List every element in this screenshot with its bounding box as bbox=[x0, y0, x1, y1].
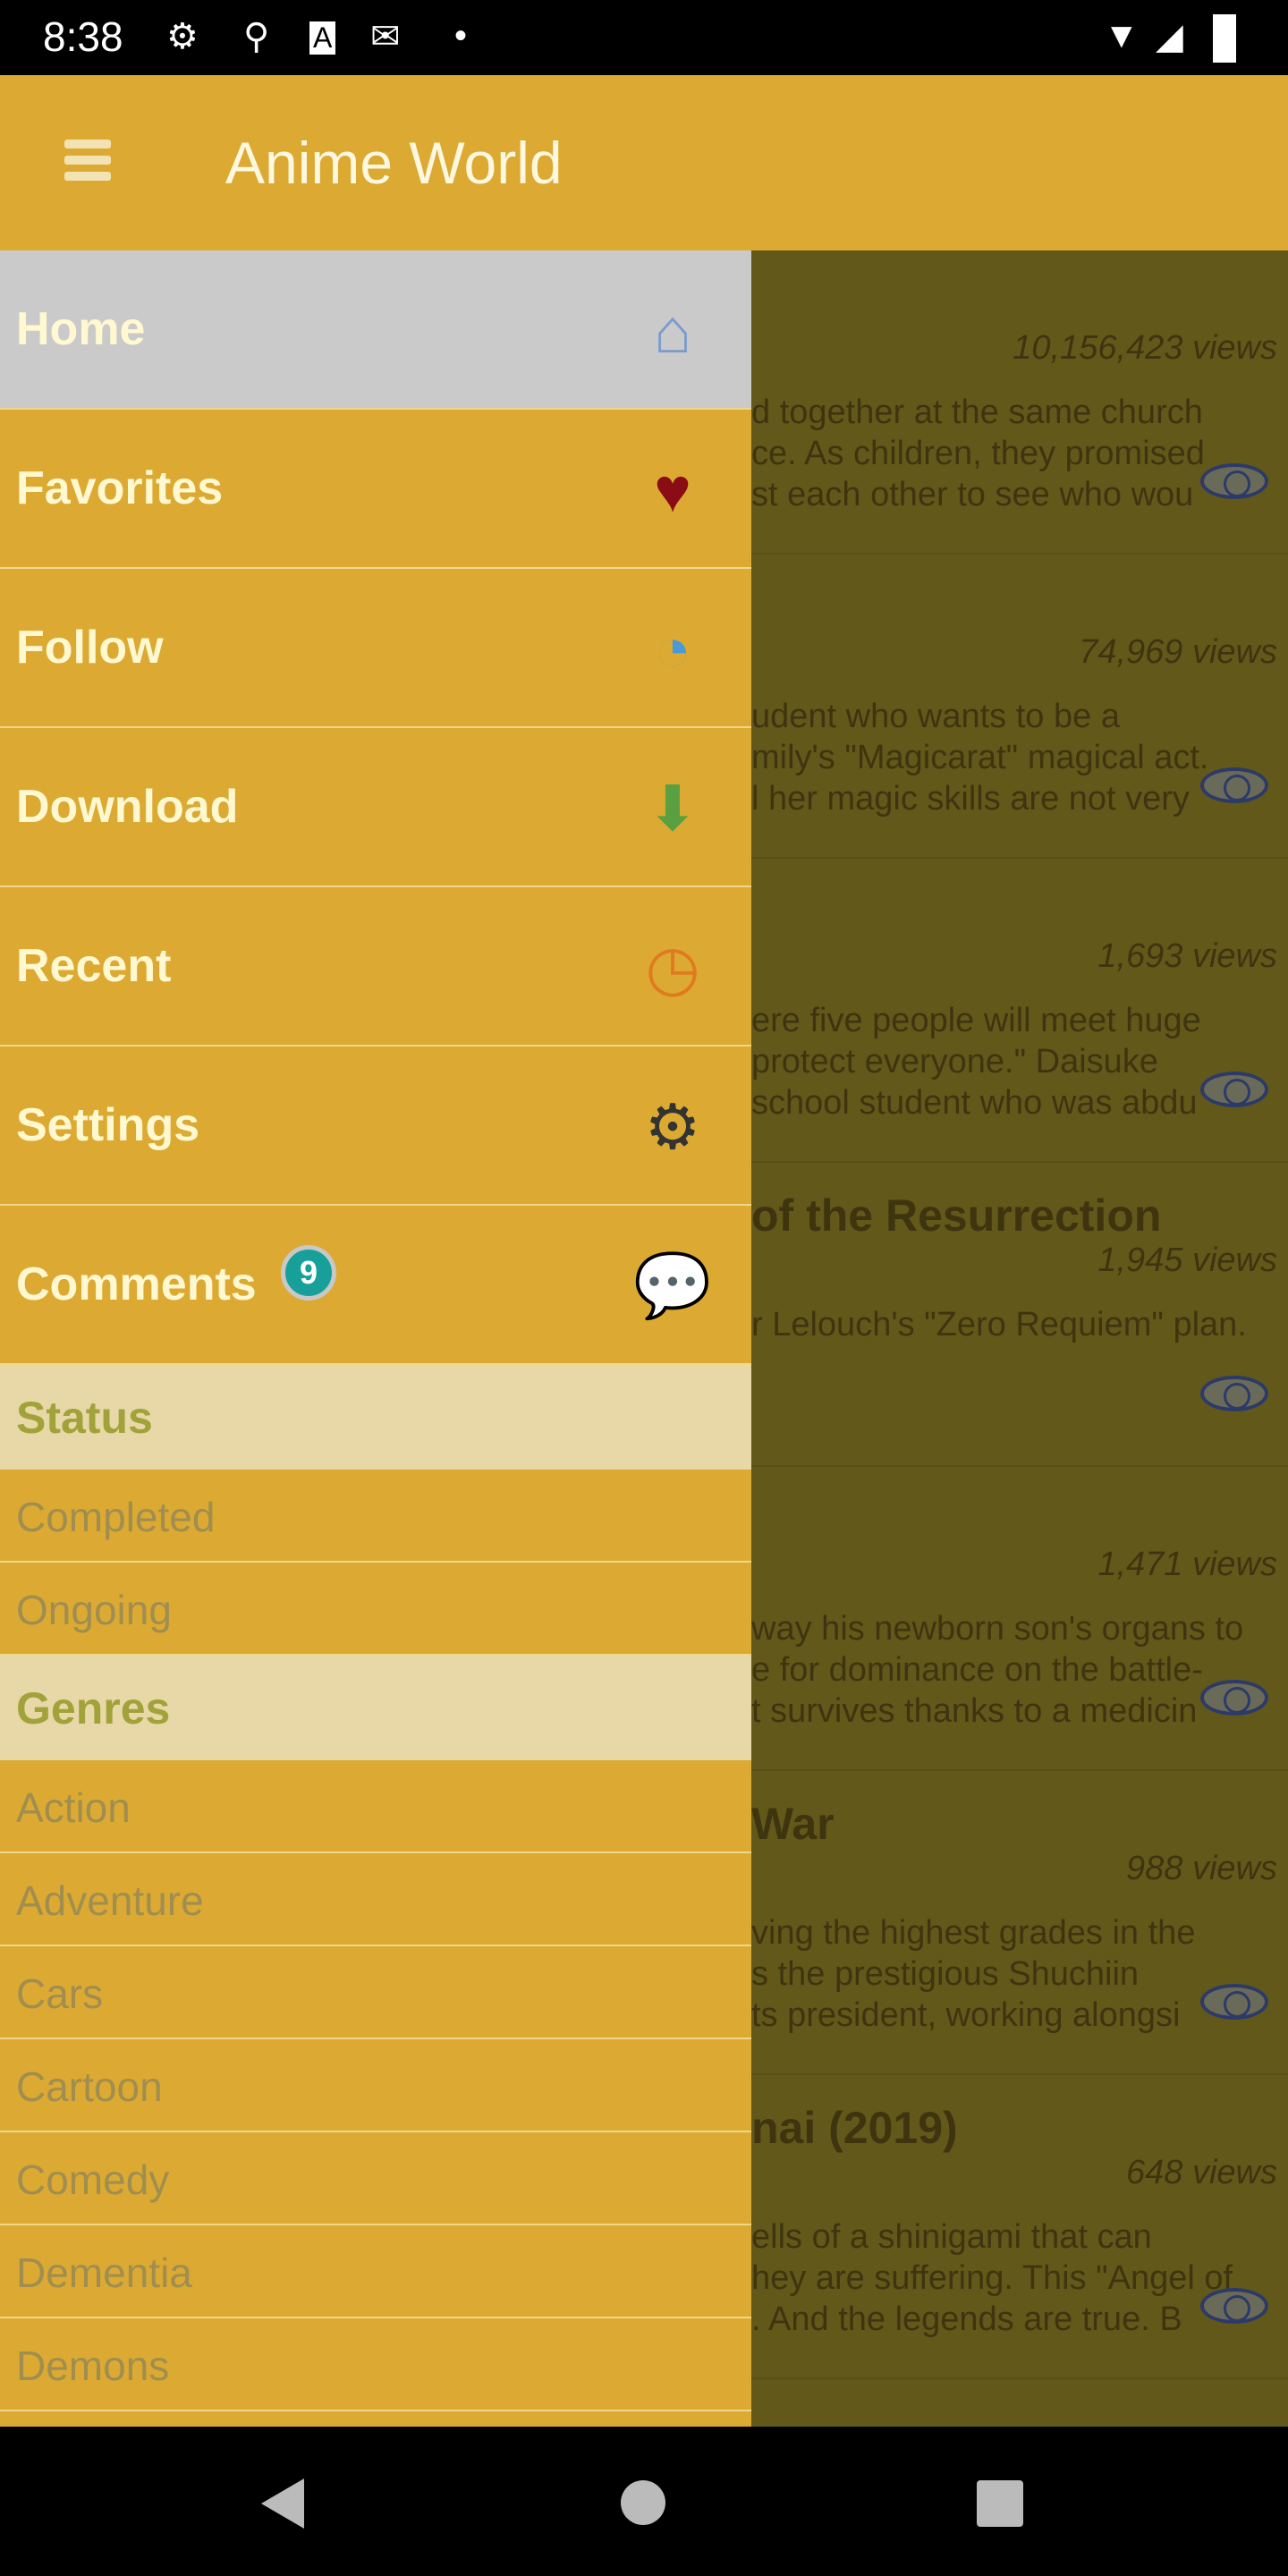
system-nav-bar bbox=[0, 2427, 1288, 2576]
genres-section-header: Genres bbox=[0, 1656, 751, 1760]
back-button[interactable] bbox=[261, 2479, 304, 2529]
drawer-item-download[interactable]: Download ⬇ bbox=[0, 728, 751, 887]
drawer-item-label: Favorites bbox=[16, 462, 224, 514]
view-count: 10,156,423 views bbox=[1013, 329, 1277, 367]
navigation-drawer: Home ⌂ Favorites ♥ Follow ◔ Download ⬇ Recent ◷ Se… bbox=[0, 250, 751, 2427]
gear-icon: ⚙ bbox=[644, 1092, 701, 1162]
anime-description: ere five people will meet huge protect e… bbox=[751, 1002, 1201, 1122]
genres-item-adventure[interactable]: Adventure bbox=[0, 1853, 751, 1946]
eye-icon[interactable] bbox=[1200, 767, 1268, 803]
comments-badge: 9 bbox=[281, 1245, 336, 1301]
anime-title: of the Resurrection bbox=[751, 1191, 1162, 1241]
view-count: 988 views bbox=[1126, 1850, 1277, 1887]
clock: 8:38 bbox=[43, 13, 123, 60]
recents-button[interactable] bbox=[977, 2480, 1023, 2527]
genres-item-dementia[interactable]: Dementia bbox=[0, 2225, 751, 2318]
eye-icon[interactable] bbox=[1200, 1072, 1268, 1107]
app-title: Anime World bbox=[225, 130, 563, 196]
genres-item-comedy[interactable]: Comedy bbox=[0, 2132, 751, 2225]
clock-icon: ◷ bbox=[645, 933, 700, 1003]
view-count: 1,693 views bbox=[1097, 937, 1277, 975]
genres-item-action[interactable]: Action bbox=[0, 1760, 751, 1853]
anime-description: udent who wants to be a mily's "Magicara… bbox=[751, 698, 1209, 818]
gmail-icon: ✉ bbox=[370, 17, 401, 56]
drawer-item-home[interactable]: Home ⌂ bbox=[0, 250, 751, 410]
home-button[interactable] bbox=[621, 2480, 665, 2525]
anime-card[interactable]: 10,156,423 views d together at the same … bbox=[751, 250, 1288, 555]
drawer-item-follow[interactable]: Follow ◔ bbox=[0, 569, 751, 728]
anime-card[interactable]: nai (2019) 648 views ells of a shinigami… bbox=[751, 2075, 1288, 2379]
anime-card[interactable]: 74,969 views udent who wants to be a mil… bbox=[751, 555, 1288, 859]
drawer-item-recent[interactable]: Recent ◷ bbox=[0, 887, 751, 1046]
status-bar: 8:38 ⚙ ⚲ A ✉ • ▼ ◢ bbox=[0, 0, 1288, 75]
status-item-ongoing[interactable]: Ongoing bbox=[0, 1563, 751, 1656]
eye-icon[interactable] bbox=[1200, 1680, 1268, 1716]
drawer-item-label: Download bbox=[16, 781, 239, 833]
eye-icon[interactable] bbox=[1200, 1984, 1268, 2020]
view-count: 648 views bbox=[1126, 2154, 1277, 2191]
anime-description: r Lelouch's "Zero Requiem" plan. bbox=[751, 1306, 1247, 1343]
anime-description: ells of a shinigami that can hey are suf… bbox=[751, 2218, 1233, 2338]
dot-icon: • bbox=[454, 16, 468, 55]
drawer-item-favorites[interactable]: Favorites ♥ bbox=[0, 410, 751, 569]
anime-title: nai (2019) bbox=[751, 2103, 958, 2153]
chat-icon: 💬 bbox=[633, 1250, 712, 1320]
drawer-item-label: Home bbox=[16, 303, 146, 355]
signal-icon: ◢ bbox=[1156, 17, 1183, 56]
eye-icon[interactable] bbox=[1200, 463, 1268, 499]
anime-card[interactable]: 1,471 views way his newborn son's organs… bbox=[751, 1467, 1288, 1771]
genre-item-partial[interactable] bbox=[0, 2411, 751, 2427]
anime-title: War bbox=[751, 1799, 835, 1849]
anime-card[interactable]: 1,693 views ere five people will meet hu… bbox=[751, 859, 1288, 1163]
drawer-item-label: Settings bbox=[16, 1099, 200, 1151]
eye-icon[interactable] bbox=[1200, 2288, 1268, 2324]
anime-list[interactable]: 10,156,423 views d together at the same … bbox=[751, 250, 1288, 2427]
view-count: 1,945 views bbox=[1097, 1241, 1277, 1279]
heart-icon: ♥ bbox=[654, 455, 691, 525]
app-bar: Anime World bbox=[0, 75, 1288, 250]
drawer-item-label: Follow bbox=[16, 622, 164, 674]
genres-item-cars[interactable]: Cars bbox=[0, 1946, 751, 2039]
drawer-item-settings[interactable]: Settings ⚙ bbox=[0, 1046, 751, 1206]
download-icon: ⬇ bbox=[646, 774, 699, 843]
battery-charging-icon bbox=[1213, 14, 1236, 63]
a-icon: A bbox=[309, 21, 336, 55]
view-count: 74,969 views bbox=[1079, 633, 1277, 671]
eye-icon[interactable] bbox=[1200, 1376, 1268, 1411]
status-section-header: Status bbox=[0, 1365, 751, 1470]
anime-description: way his newborn son's organs to e for do… bbox=[751, 1610, 1244, 1730]
anime-card[interactable]: of the Resurrection 1,945 views r Lelouc… bbox=[751, 1163, 1288, 1467]
status-item-completed[interactable]: Completed bbox=[0, 1470, 751, 1563]
genres-item-demons[interactable]: Demons bbox=[0, 2318, 751, 2411]
drawer-item-comments[interactable]: Comments 9 💬 bbox=[0, 1206, 751, 1365]
drawer-item-label: Comments bbox=[16, 1258, 257, 1310]
rss-icon: ◔ bbox=[653, 614, 692, 684]
wifi-icon: ▼ bbox=[1104, 16, 1140, 55]
hamburger-icon[interactable] bbox=[64, 140, 111, 182]
genres-item-cartoon[interactable]: Cartoon bbox=[0, 2039, 751, 2132]
gear-icon: ⚙ bbox=[166, 17, 199, 56]
view-count: 1,471 views bbox=[1097, 1546, 1277, 1583]
home-icon: ⌂ bbox=[653, 296, 692, 366]
anime-description: d together at the same church ce. As chi… bbox=[751, 394, 1205, 513]
anime-card[interactable]: War 988 views ving the highest grades in… bbox=[751, 1771, 1288, 2075]
anime-description: ving the highest grades in the s the pre… bbox=[751, 1914, 1196, 2034]
keyhole-icon: ⚲ bbox=[243, 17, 270, 56]
drawer-item-label: Recent bbox=[16, 940, 172, 992]
